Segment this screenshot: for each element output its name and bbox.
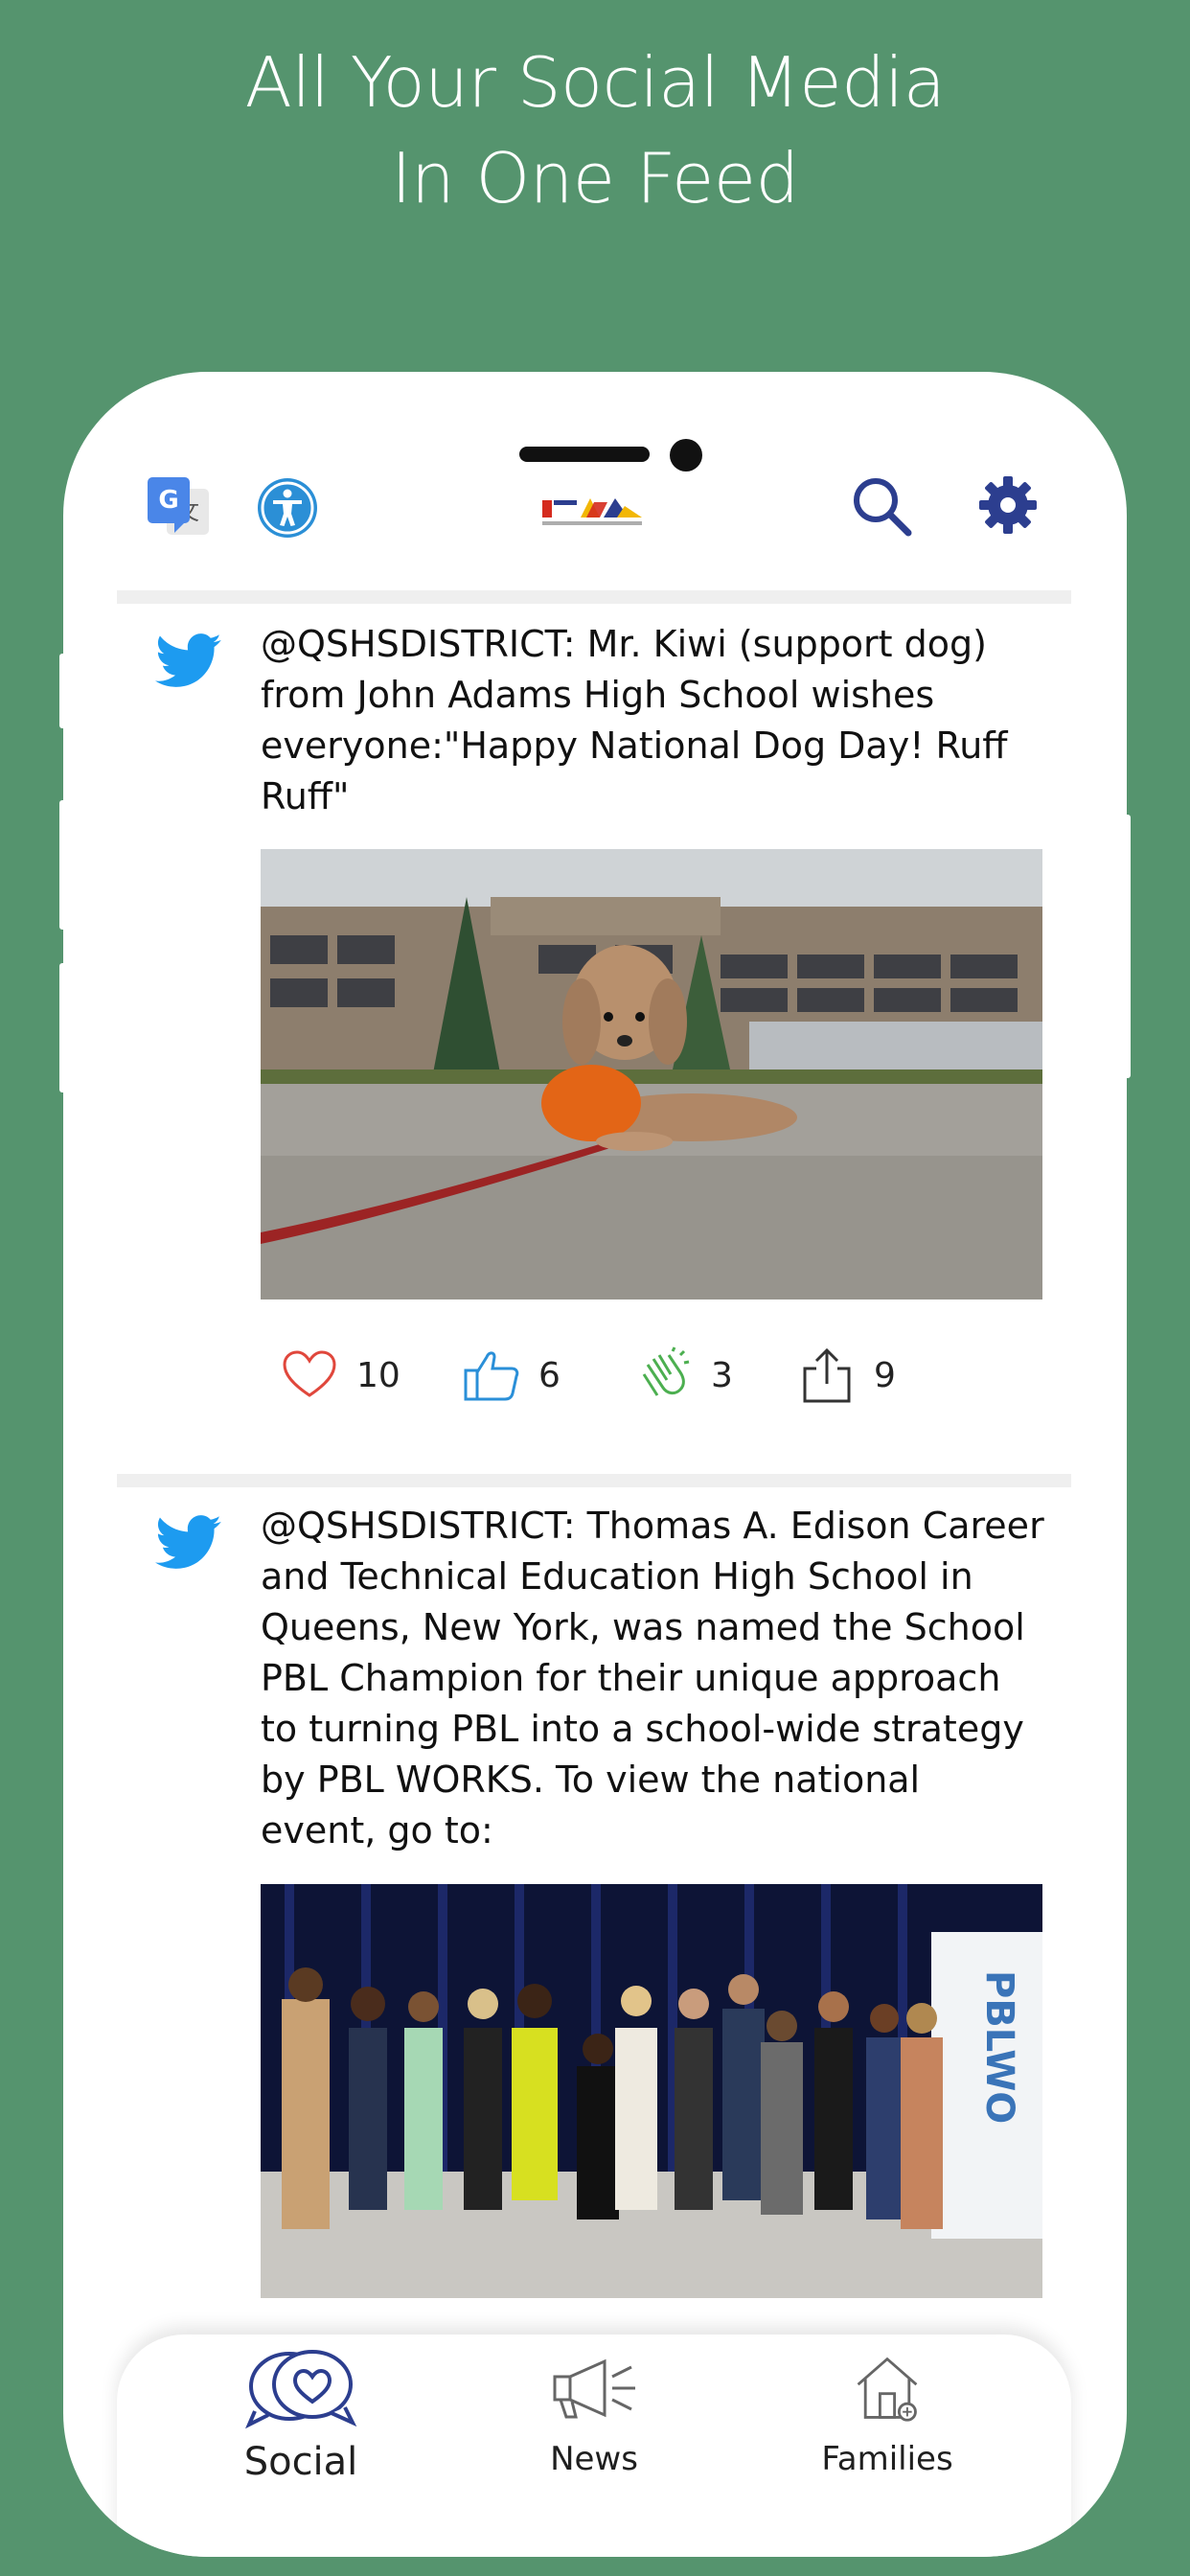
promo-title-line1: All Your Social Media [244,42,946,123]
feed-post[interactable]: @QSHSDISTRICT: Thomas A. Edison Career a… [117,1487,1071,1871]
phone-frame: 文 G [63,372,1127,2557]
phone-camera [670,439,702,472]
clap-count: 3 [711,1355,733,1395]
clap-icon [642,1346,690,1396]
svg-text:G: G [158,486,178,515]
heart-count: 10 [356,1355,400,1395]
banner-text: PBLWO [977,1970,1021,2124]
post-text: @QSHSDISTRICT: Mr. Kiwi (support dog) fr… [261,623,1008,817]
post-image[interactable]: PBLWO [261,1884,1042,2298]
feed-divider [117,590,1071,604]
tab-news[interactable]: News [450,2334,738,2526]
twitter-icon [155,632,222,690]
tab-social-label: Social [243,2440,358,2484]
share-reaction[interactable]: 9 [797,1342,896,1409]
twitter-icon [155,1514,222,1572]
house-icon [857,2357,918,2422]
heart-icon [283,1350,336,1397]
thumbs-up-icon [464,1351,519,1401]
thumbs-up-count: 6 [538,1355,561,1395]
feed-post[interactable]: @QSHSDISTRICT: Mr. Kiwi (support dog) fr… [117,604,1071,882]
translate-icon[interactable]: 文 G [146,473,213,540]
megaphone-icon [553,2358,635,2419]
promo-title-line2: In One Feed [391,138,799,218]
logo [540,496,648,531]
gear-icon[interactable] [978,475,1038,535]
tab-families-label: Families [821,2440,953,2478]
phone-speaker [519,447,650,462]
search-icon[interactable] [849,473,916,540]
post-image[interactable] [261,849,1042,1300]
bottom-tab-bar: Social News Families [117,2334,1071,2557]
share-count: 9 [874,1355,896,1395]
chat-heart-icon [245,2350,357,2429]
share-icon [803,1347,851,1403]
tab-news-label: News [550,2440,638,2478]
promo-title: All Your Social Media In One Feed [0,34,1190,226]
tab-social[interactable]: Social [157,2334,445,2526]
accessibility-icon[interactable] [255,475,320,540]
tab-families[interactable]: Families [744,2334,1031,2526]
clap-reaction[interactable]: 3 [634,1342,733,1409]
heart-reaction[interactable]: 10 [280,1342,400,1409]
thumbs-up-reaction[interactable]: 6 [462,1342,561,1409]
post-text: @QSHSDISTRICT: Thomas A. Edison Career a… [261,1505,1044,1852]
reaction-bar: 10 6 3 9 [280,1342,1062,1409]
feed-divider [117,1474,1071,1487]
